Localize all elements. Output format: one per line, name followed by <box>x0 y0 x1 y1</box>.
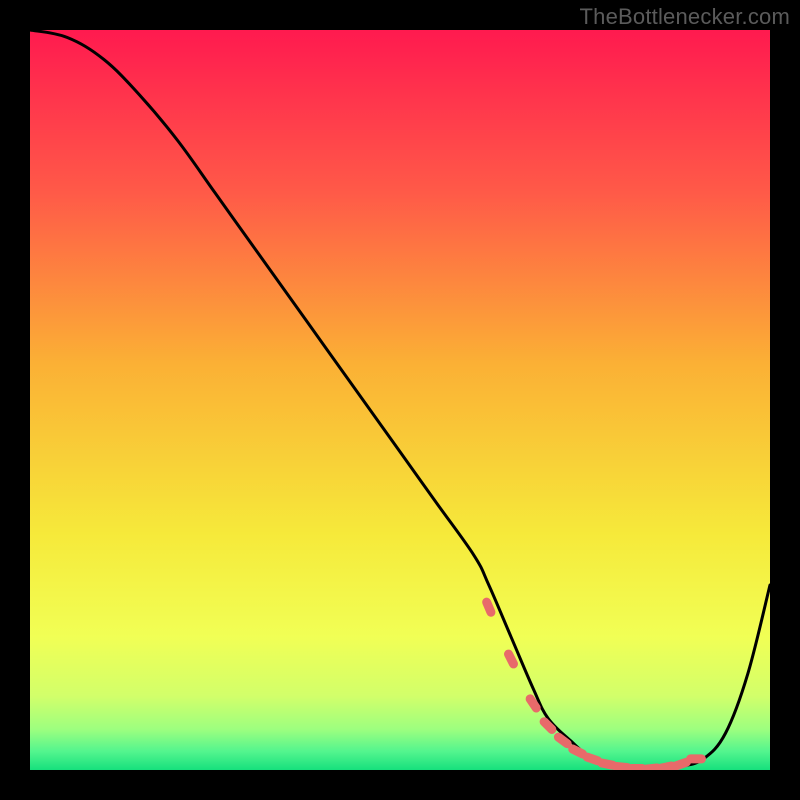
chart-frame: TheBottlenecker.com <box>0 0 800 800</box>
plot-area <box>30 30 770 770</box>
highlight-marker <box>686 754 706 763</box>
gradient-background <box>30 30 770 770</box>
attribution-label: TheBottlenecker.com <box>580 4 790 30</box>
bottleneck-chart <box>30 30 770 770</box>
